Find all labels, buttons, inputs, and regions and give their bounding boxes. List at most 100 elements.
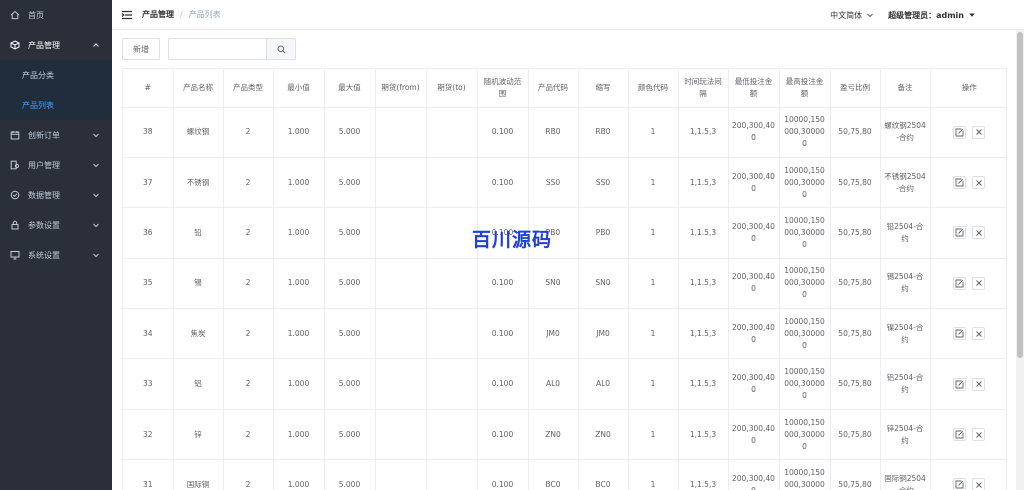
- edit-button[interactable]: [953, 327, 967, 341]
- cell-abbr: AL0: [578, 358, 629, 410]
- edit-icon: [955, 228, 964, 237]
- edit-button[interactable]: [953, 226, 967, 240]
- cell-color: 1: [628, 308, 679, 360]
- delete-button[interactable]: [972, 478, 986, 490]
- cell-color: 1: [628, 459, 679, 490]
- cell-interval: 1,1.5,3: [678, 207, 729, 259]
- cell-min: 1.000: [273, 459, 325, 490]
- sidebar-item-data-management[interactable]: 数据管理: [0, 180, 112, 210]
- column-header: 盈亏比例: [830, 69, 881, 108]
- search-icon: [277, 45, 286, 54]
- cell-name: 焦炭: [173, 308, 224, 360]
- cell-max: 5.000: [324, 358, 376, 410]
- monitor-icon: [10, 250, 20, 260]
- language-select[interactable]: 中文简体: [830, 10, 874, 21]
- cell-abbr: SN0: [578, 258, 629, 310]
- delete-button[interactable]: [972, 226, 986, 240]
- cell-code: SS0: [528, 157, 579, 209]
- cell-range: 0.100: [477, 157, 529, 209]
- cell-to: [426, 409, 478, 461]
- search-input[interactable]: [168, 38, 266, 60]
- add-button[interactable]: 新增: [122, 38, 160, 60]
- delete-button[interactable]: [972, 176, 986, 190]
- cell-code: ZN0: [528, 409, 579, 461]
- table-row: 33 铝 2 1.000 5.000 0.100 AL0 AL0 1 1,1.5,3 200,300…: [123, 358, 1006, 410]
- sidebar-item-product-list[interactable]: 产品列表: [0, 90, 112, 120]
- sidebar-item-system-settings[interactable]: 系统设置: [0, 240, 112, 270]
- delete-button[interactable]: [972, 377, 986, 391]
- edit-button[interactable]: [953, 276, 967, 290]
- edit-icon: [955, 329, 964, 338]
- page-scrollbar[interactable]: [1016, 30, 1024, 490]
- cell-max-bet: 10000,150000,300000: [779, 157, 831, 209]
- delete-button[interactable]: [972, 428, 986, 442]
- cube-icon: [10, 40, 20, 50]
- row-actions: [934, 125, 1006, 139]
- product-table-wrapper: # 产品名称 产品类型 最小值 最大值 期货(from) 期货(to) 随机波动范围 产品代码缩…: [122, 68, 1007, 490]
- breadcrumb-item-product-management[interactable]: 产品管理: [142, 9, 174, 20]
- cell-color: 1: [628, 258, 679, 310]
- search-button[interactable]: [266, 38, 296, 60]
- cell-range: 0.100: [477, 308, 529, 360]
- cell-min-bet: 200,300,400: [728, 409, 780, 461]
- cell-max-bet: 10000,150000,300000: [779, 409, 831, 461]
- edit-button[interactable]: [953, 125, 967, 139]
- cell-type: 2: [223, 358, 274, 410]
- calendar-icon: [10, 130, 20, 140]
- delete-button[interactable]: [972, 125, 986, 139]
- sidebar-item-label: 首页: [28, 10, 44, 20]
- user-name: 超级管理员：admin: [888, 10, 964, 20]
- cell-from: [375, 308, 427, 360]
- cell-id: 36: [123, 207, 174, 259]
- row-actions: [934, 276, 1006, 290]
- cell-interval: 1,1.5,3: [678, 459, 729, 490]
- cell-type: 2: [223, 157, 274, 209]
- column-header: 产品代码: [528, 69, 579, 108]
- edit-button[interactable]: [953, 176, 967, 190]
- column-header: 颜色代码: [628, 69, 679, 108]
- cell-type: 2: [223, 207, 274, 259]
- cell-code: JM0: [528, 308, 579, 360]
- column-header: 备注: [880, 69, 931, 108]
- cell-name: 铝: [173, 358, 224, 410]
- cell-id: 33: [123, 358, 174, 410]
- delete-button[interactable]: [972, 327, 986, 341]
- sidebar-item-orders[interactable]: 创新订单: [0, 120, 112, 150]
- cell-min: 1.000: [273, 258, 325, 310]
- cell-id: 34: [123, 308, 174, 360]
- cell-id: 31: [123, 459, 174, 490]
- cell-from: [375, 409, 427, 461]
- caret-down-icon: [968, 11, 976, 19]
- edit-button[interactable]: [953, 478, 967, 490]
- cell-type: 2: [223, 258, 274, 310]
- cell-min: 1.000: [273, 207, 325, 259]
- edit-button[interactable]: [953, 428, 967, 442]
- sidebar-item-user-management[interactable]: 用户管理: [0, 150, 112, 180]
- edit-button[interactable]: [953, 377, 967, 391]
- table-row: 35 锡 2 1.000 5.000 0.100 SN0 SN0 1 1,1.5,3 200,300…: [123, 258, 1006, 310]
- breadcrumb: 产品管理 / 产品列表: [142, 9, 221, 20]
- cell-note: 锡2504-合约: [880, 258, 931, 310]
- user-group-icon: [10, 160, 20, 170]
- cell-min: 1.000: [273, 409, 325, 461]
- table-row: 38 螺纹钢 2 1.000 5.000 0.100 RB0 RB0 1 1,1.5,3 200,3…: [123, 107, 1006, 158]
- user-menu[interactable]: 超级管理员：admin: [888, 10, 976, 21]
- sidebar-item-parameter-settings[interactable]: 参数设置: [0, 210, 112, 240]
- cell-max: 5.000: [324, 258, 376, 310]
- cell-interval: 1,1.5,3: [678, 358, 729, 410]
- sidebar-item-product-management[interactable]: 产品管理: [0, 30, 112, 60]
- cell-from: [375, 157, 427, 209]
- cell-actions: [930, 459, 1006, 490]
- cell-max: 5.000: [324, 157, 376, 209]
- sidebar-item-home[interactable]: 首页: [0, 0, 112, 30]
- cell-id: 35: [123, 258, 174, 310]
- cell-range: 0.100: [477, 358, 529, 410]
- hamburger-icon[interactable]: [120, 8, 134, 22]
- chevron-down-icon: [92, 131, 100, 139]
- delete-button[interactable]: [972, 276, 986, 290]
- cell-interval: 1,1.5,3: [678, 258, 729, 310]
- sidebar-item-product-category[interactable]: 产品分类: [0, 60, 112, 90]
- cell-code: SN0: [528, 258, 579, 310]
- scrollbar-thumb[interactable]: [1017, 32, 1023, 358]
- cell-actions: [930, 107, 1006, 158]
